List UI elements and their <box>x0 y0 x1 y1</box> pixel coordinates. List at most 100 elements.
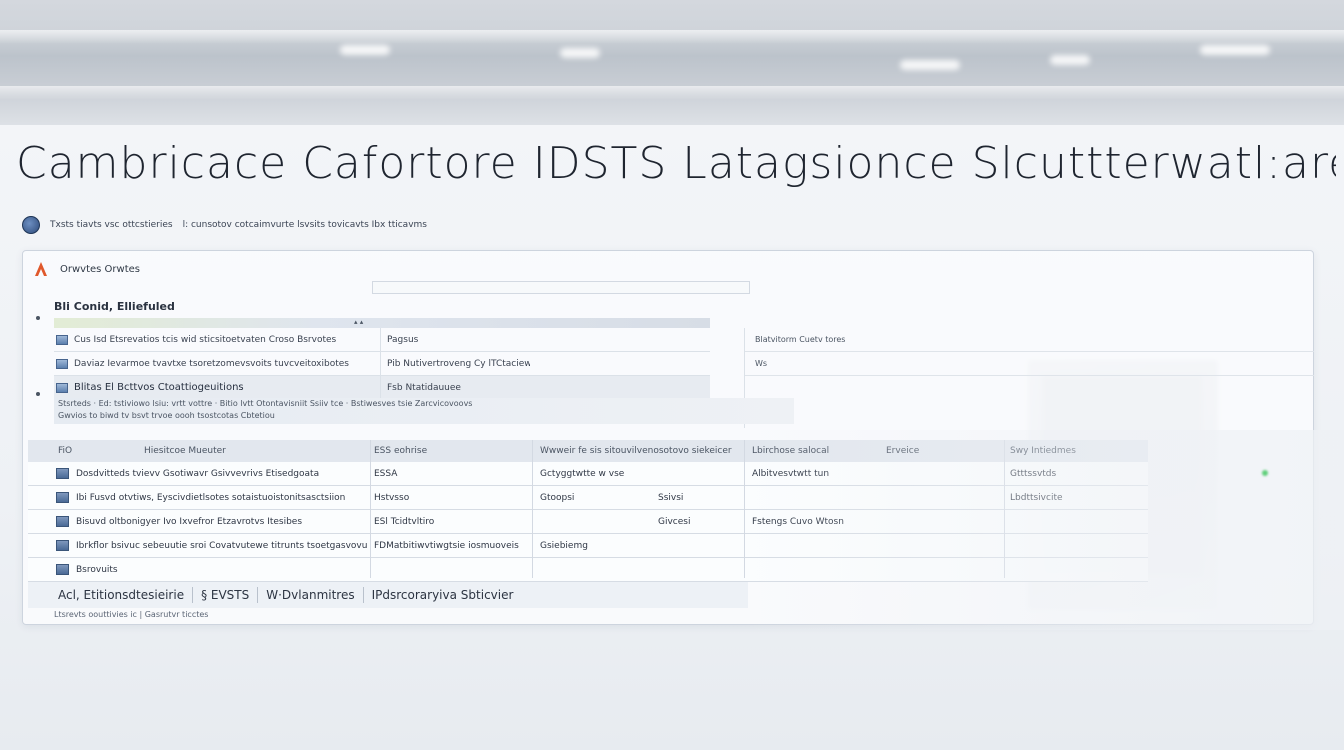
document-icon <box>56 540 69 551</box>
ceiling-light <box>340 45 390 55</box>
column-header[interactable]: Erveice <box>886 440 996 462</box>
row-cell <box>1010 558 1140 582</box>
ceiling-beam <box>0 86 1344 100</box>
table-row[interactable]: Dosdvitteds tvievv Gsotiwavr Gsivvevrivs… <box>28 462 1148 486</box>
row-cell <box>658 558 738 582</box>
row-cell <box>658 462 738 486</box>
column-header[interactable]: Swy Intiedmes <box>1010 440 1140 462</box>
column-divider <box>1004 440 1005 578</box>
row-name: Bisuvd oltbonigyer Ivo Ixvefror Etzavrot… <box>76 517 303 527</box>
ceiling-background <box>0 0 1344 125</box>
file-name: Blitas El Bcttvos Ctoattiogeuitions <box>74 382 244 393</box>
row-cell: ESl Tcidtvltiro <box>374 517 435 527</box>
file-name: Daviaz Ievarmoe tvavtxe tsoretzomevsvoit… <box>74 358 349 369</box>
results-table: FiO Hiesitcoe Mueuter ESS eohrise Wwweir… <box>28 440 1148 582</box>
row-cell <box>374 558 524 582</box>
info-strip-text: Stsrteds · Ed: tstiviowo lsiu: vrtt vott… <box>58 399 473 408</box>
table-row[interactable]: Bsrovuits <box>28 558 1148 582</box>
row-cell <box>540 510 660 534</box>
ceiling-light <box>1200 45 1270 55</box>
column-header[interactable]: Lbirchose salocal <box>752 440 872 462</box>
row-cell <box>752 486 882 510</box>
file-meta: Fsb Ntatidauuee <box>380 375 530 400</box>
status-item[interactable]: IPdsrcoraryiva Sbticvier <box>372 588 514 602</box>
status-item[interactable]: § EVSTS <box>201 588 249 602</box>
status-item[interactable]: Acl, Etitionsdtesieirie <box>58 588 184 602</box>
info-strip: Stsrteds · Ed: tstiviowo lsiu: vrtt vott… <box>54 398 794 424</box>
row-name: Dosdvitteds tvievv Gsotiwavr Gsivvevrivs… <box>76 469 320 479</box>
file-icon <box>56 358 68 369</box>
ceiling-light <box>560 48 600 58</box>
bullet-icon <box>36 316 40 320</box>
row-cell: Fstengs Cuvo Wtosn <box>752 517 844 527</box>
row-name: Ibrkflor bsivuc sebeuutie sroi Covatvute… <box>76 541 368 551</box>
row-cell <box>540 558 660 582</box>
status-separator <box>192 587 194 603</box>
results-table-header: FiO Hiesitcoe Mueuter ESS eohrise Wwweir… <box>28 440 1148 462</box>
file-name: Cus Isd Etsrevatios tcis wid sticsitoetv… <box>74 334 337 345</box>
row-cell <box>1010 534 1140 558</box>
file-table-header: ▴ ▴ <box>54 318 710 328</box>
table-row[interactable]: Bisuvd oltbonigyer Ivo Ixvefror Etzavrot… <box>28 510 1148 534</box>
row-cell <box>752 558 882 582</box>
table-row[interactable]: Ibi Fusvd otvtiws, Eyscivdietlsotes sota… <box>28 486 1148 510</box>
folder-icon <box>56 382 68 393</box>
row-cell: Gctyggtwtte w vse <box>540 469 625 479</box>
status-item[interactable]: W·Dvlanmitres <box>266 588 354 602</box>
bullet-icon <box>36 392 40 396</box>
details-row: Ws <box>745 352 1314 376</box>
column-divider <box>532 440 533 578</box>
details-row: Blatvitorm Cuetv tores <box>745 328 1314 352</box>
status-separator <box>257 587 259 603</box>
section-title: Bli Conid, Elliefuled <box>54 300 175 313</box>
status-light-icon <box>1262 470 1268 476</box>
row-cell <box>1140 558 1148 582</box>
table-row[interactable]: Cus Isd Etsrevatios tcis wid sticsitoetv… <box>54 327 710 352</box>
subbar-text-1[interactable]: Txsts tiavts vsc ottcstieries <box>50 220 173 230</box>
row-cell <box>1140 510 1148 534</box>
table-row-selected[interactable]: Blitas El Bcttvos Ctoattiogeuitions Fsb … <box>54 375 710 400</box>
app-logo-icon <box>34 262 48 276</box>
window-title: Orwvtes Orwtes <box>60 263 140 275</box>
column-header[interactable]: FiO <box>58 440 118 462</box>
row-name: Bsrovuits <box>76 565 118 575</box>
window-title-bar: Orwvtes Orwtes <box>34 258 354 280</box>
table-row[interactable]: Ibrkflor bsivuc sebeuutie sroi Covatvute… <box>28 534 1148 558</box>
ceiling-light <box>900 60 960 70</box>
row-cell: FDMatbitiwvtiwgtsie iosmuoveis <box>374 541 519 551</box>
file-icon <box>56 334 68 345</box>
row-cell <box>752 534 882 558</box>
globe-icon[interactable] <box>22 216 40 234</box>
subbar-text-2[interactable]: l: cunsotov cotcaimvurte lsvsits tovicav… <box>183 220 427 230</box>
row-cell: Givcesi <box>658 517 691 527</box>
ceiling-beam <box>0 30 1344 44</box>
column-divider <box>744 440 745 578</box>
row-cell <box>1140 534 1148 558</box>
document-icon <box>56 516 69 527</box>
row-cell: Hstvsso <box>374 493 410 503</box>
row-cell: Gtttssvtds <box>1010 469 1057 479</box>
footer-note: Ltsrevts oouttivies ic | Gasrutvr ticcte… <box>54 610 209 619</box>
file-meta: Pib Nutivertroveng Cy lTCtaciew <box>380 351 530 376</box>
row-cell: Ssivsi <box>658 493 684 503</box>
row-cell <box>658 534 738 558</box>
file-meta: Pagsus <box>380 327 530 352</box>
row-cell: Gsiebiemg <box>540 541 588 551</box>
column-header[interactable]: Wwweir fe sis sitouvilvenosotovo siekeic… <box>540 440 740 462</box>
details-panel: Blatvitorm Cuetv tores Ws <box>744 328 1314 428</box>
search-input[interactable] <box>372 281 750 294</box>
sub-toolbar: Txsts tiavts vsc ottcstieries l: cunsoto… <box>22 214 502 236</box>
column-divider <box>370 440 371 578</box>
ceiling-light <box>1050 55 1090 65</box>
document-icon <box>56 468 69 479</box>
column-header[interactable]: ESS eohrise <box>374 440 524 462</box>
column-header[interactable]: Hiesitcoe Mueuter <box>144 440 344 462</box>
document-icon <box>56 492 69 503</box>
status-bar: Acl, Etitionsdtesieirie § EVSTS W·Dvlanm… <box>28 582 748 608</box>
table-row[interactable]: Daviaz Ievarmoe tvavtxe tsoretzomevsvoit… <box>54 351 710 376</box>
row-cell: ESSA <box>374 469 398 479</box>
row-cell: Lbdttsivcite <box>1010 493 1063 503</box>
row-cell <box>1140 486 1148 510</box>
row-cell: Gtoopsi <box>540 493 575 503</box>
status-separator <box>362 587 364 603</box>
